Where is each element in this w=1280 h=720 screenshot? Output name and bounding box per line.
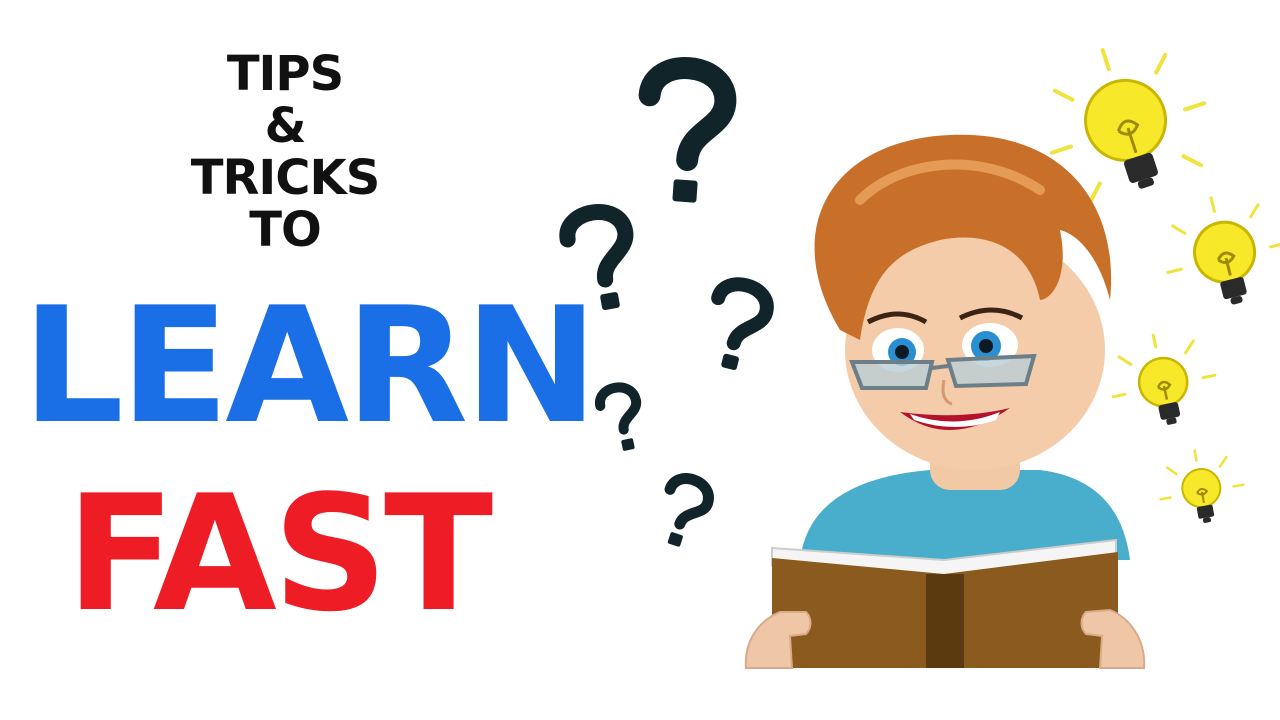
question-mark-icon (664, 473, 714, 547)
question-mark-icon (559, 204, 634, 311)
question-mark-icon (595, 382, 642, 451)
woman-reading-character (800, 134, 1130, 560)
illustration (559, 48, 1280, 669)
light-bulb-icon (1166, 196, 1280, 305)
question-mark-icon (638, 57, 737, 203)
light-bulb-icon (1159, 449, 1245, 523)
open-book (771, 538, 1118, 668)
question-marks (559, 57, 774, 547)
light-bulb-icon (1111, 333, 1217, 425)
thumbnail-canvas: TIPS & TRICKS TO LEARN FAST (0, 0, 1280, 720)
question-mark-icon (711, 277, 774, 370)
